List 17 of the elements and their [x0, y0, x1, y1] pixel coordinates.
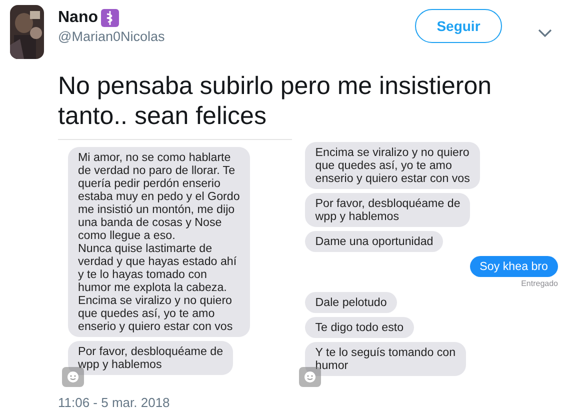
- chevron-down-icon[interactable]: [538, 29, 552, 38]
- tweet-text: No pensaba subirlo pero me insistieron tanto.. sean felices: [58, 71, 493, 131]
- follow-button[interactable]: Seguir: [415, 9, 502, 43]
- message-bubble: Por favor, desbloquéame de wpp y hablemos: [305, 193, 470, 227]
- author-handle[interactable]: @Marian0Nicolas: [58, 29, 401, 44]
- message-bubble: Y te lo seguís tomando con humor: [305, 342, 466, 376]
- message-bubble: Soy khea bro: [470, 256, 558, 277]
- message-bubble: Te digo todo esto: [305, 317, 414, 338]
- message-bubble: Dale pelotudo: [305, 292, 397, 313]
- delivery-status: Entregado: [521, 279, 558, 288]
- medical-symbol-icon: [101, 9, 119, 27]
- message-bubble: Encima se viralizo y no quiero que quedes así, yo te amo enserio y quiero estar con vos: [305, 142, 480, 189]
- tweet-timestamp[interactable]: 11:06 - 5 mar. 2018: [58, 395, 568, 410]
- message-bubble: Mi amor, no se como hablarte de verdad no paro de llorar. Te quería pedir perdón enserio estaba muy en pedo y el Gordo me insistió un montón, me dijo una banda de cosas y Nose como llegue a eso. Nunca quise lastimarte de verdad y que hayas estado ahí y te lo hayas tomado con humor me explota la cabeza. Encima se viralizo y no quiero que quedes así, yo te amo enserio y quiero estar con vos: [68, 147, 250, 337]
- message-bubble: Dame una oportunidad: [305, 231, 444, 252]
- message-bubble: Por favor, desbloquéame de wpp y hablemos: [68, 341, 234, 375]
- author-name[interactable]: Nano: [58, 9, 98, 27]
